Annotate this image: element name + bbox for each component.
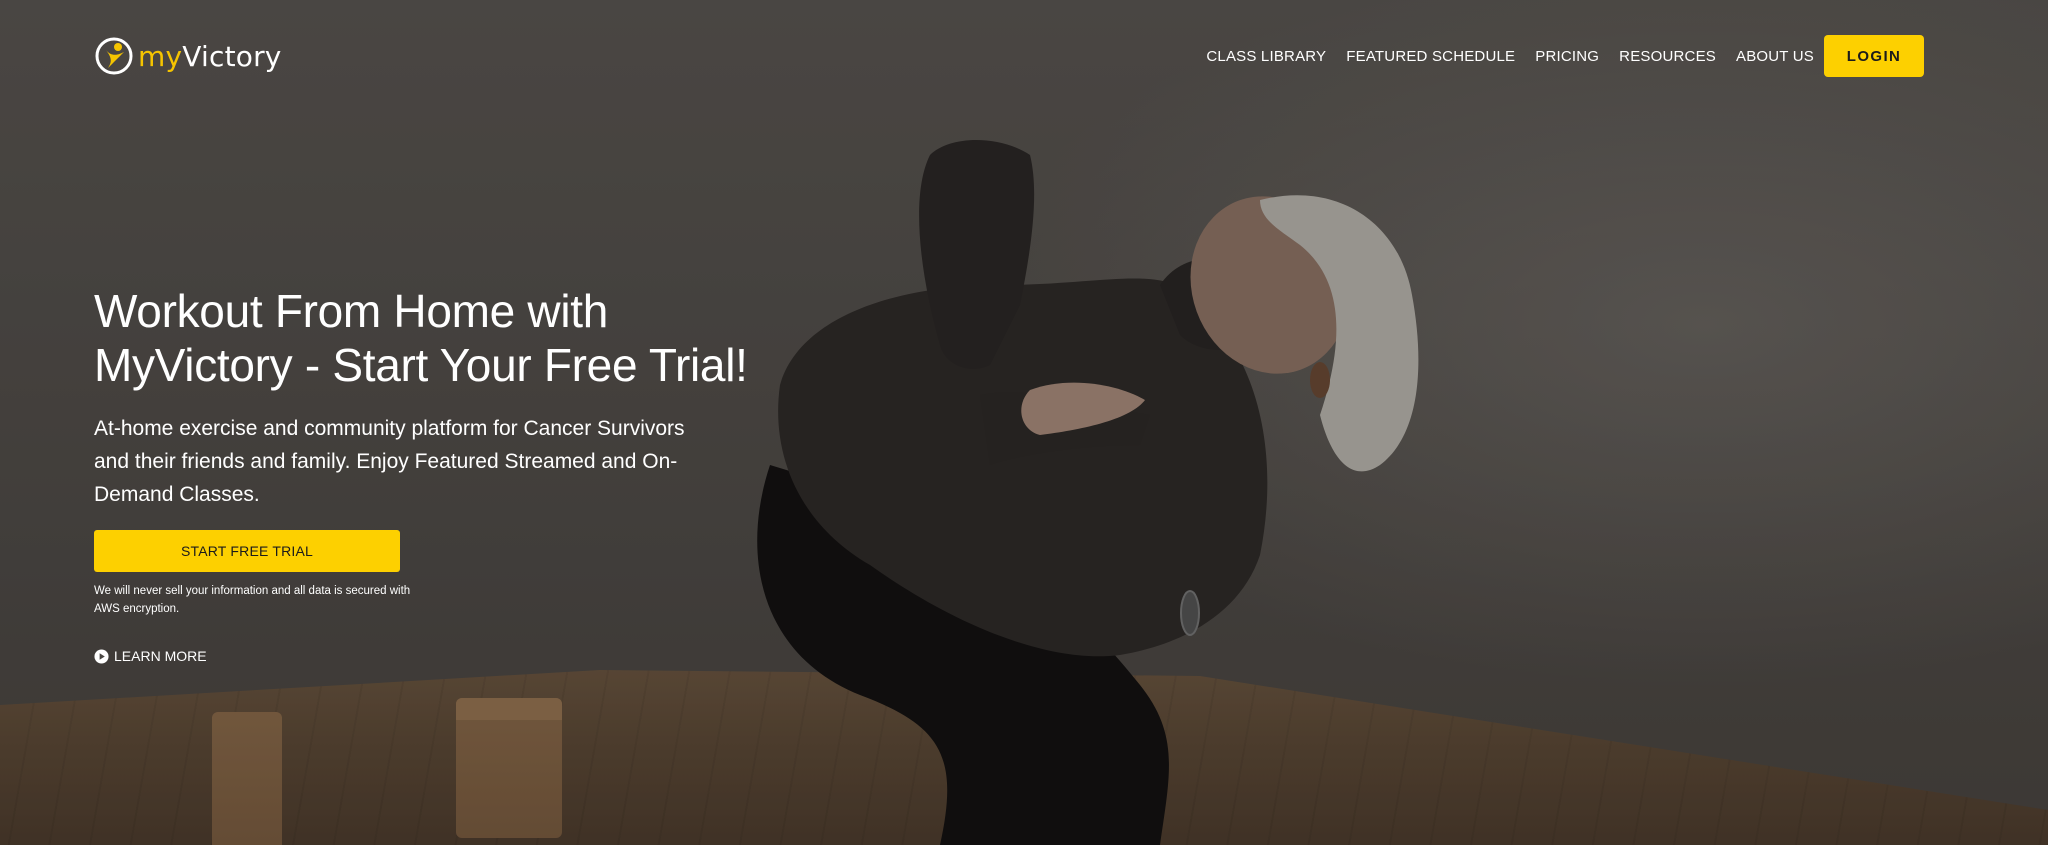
hero-headline-line1: Workout From Home with — [94, 285, 608, 337]
brand-logo[interactable]: myVictory — [94, 34, 282, 78]
learn-more-label: LEARN MORE — [114, 648, 207, 664]
hero-headline: Workout From Home with MyVictory - Start… — [94, 284, 794, 392]
hero-headline-line2: MyVictory - Start Your Free Trial! — [94, 339, 748, 391]
nav-item-pricing[interactable]: PRICING — [1535, 48, 1599, 65]
hero-section: myVictory CLASS LIBRARY FEATURED SCHEDUL… — [0, 0, 2048, 845]
brand-wordmark: myVictory — [138, 40, 282, 73]
start-free-trial-button[interactable]: START FREE TRIAL — [94, 530, 400, 572]
person-circle-icon — [95, 37, 133, 75]
brand-wordmark-prefix: my — [138, 39, 183, 73]
play-circle-icon — [94, 648, 109, 664]
nav-item-resources[interactable]: RESOURCES — [1619, 48, 1716, 65]
hero-subtext: At-home exercise and community platform … — [94, 417, 685, 506]
privacy-disclaimer: We will never sell your information and … — [94, 585, 411, 615]
nav-item-featured-schedule[interactable]: FEATURED SCHEDULE — [1346, 48, 1515, 65]
brand-wordmark-suffix: Victory — [182, 39, 282, 73]
nav-item-about-us[interactable]: ABOUT US — [1736, 48, 1814, 65]
login-button[interactable]: LOGIN — [1824, 35, 1924, 77]
main-nav: CLASS LIBRARY FEATURED SCHEDULE PRICING … — [1206, 35, 1924, 77]
learn-more-link[interactable]: LEARN MORE — [94, 647, 207, 665]
nav-item-class-library[interactable]: CLASS LIBRARY — [1206, 48, 1326, 65]
